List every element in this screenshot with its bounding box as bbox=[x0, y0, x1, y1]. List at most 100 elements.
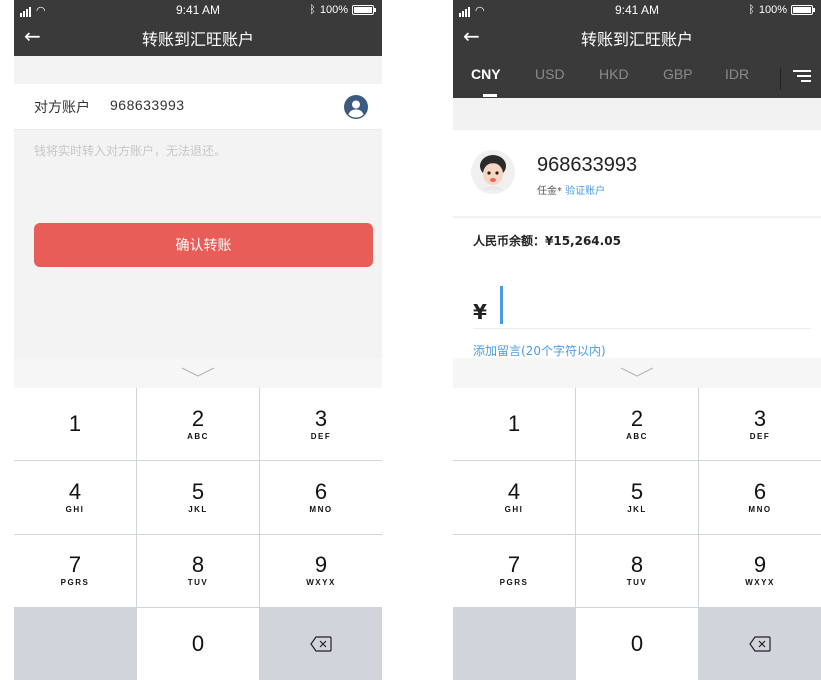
tab-hkd[interactable]: HKD bbox=[599, 66, 629, 82]
keyboard-collapse-bar[interactable] bbox=[453, 358, 821, 388]
currency-symbol: ¥ bbox=[473, 300, 487, 324]
account-label: 对方账户 bbox=[34, 100, 90, 116]
verify-account-link[interactable]: 验证账户 bbox=[565, 186, 605, 197]
key-5[interactable]: 5 JKL bbox=[137, 461, 259, 534]
keypad-grid: 1 2 ABC 3 DEF 4 GHI 5 JKL 6 MNO 7 PGRS 8 TUV 9W… bbox=[453, 388, 821, 680]
key-6[interactable]: 6 MNO bbox=[260, 461, 382, 534]
key-digit: 0 bbox=[630, 630, 644, 656]
tab-gbp[interactable]: GBP bbox=[663, 66, 693, 82]
key-8[interactable]: 8 TUV bbox=[137, 534, 259, 607]
key-digit: 4 bbox=[68, 478, 82, 504]
key-blank bbox=[453, 607, 575, 680]
key-digit: 2 bbox=[191, 405, 205, 431]
key-letters: ABC bbox=[626, 431, 648, 441]
key-4[interactable]: 4 GHI bbox=[14, 461, 136, 534]
key-digit: 6 bbox=[753, 478, 767, 504]
page-title: 转账到汇旺账户 bbox=[141, 30, 254, 49]
battery-icon bbox=[791, 5, 815, 15]
key-digit: 7 bbox=[68, 552, 82, 578]
header-bar: ◠ 9:41 AM ᛒ 100% ← 转账到汇旺账户 bbox=[14, 0, 382, 56]
key-letters: DEF bbox=[310, 431, 332, 441]
active-tab-indicator bbox=[483, 94, 497, 97]
payee-number: 968633993 bbox=[537, 154, 638, 176]
nav-bar: ← 转账到汇旺账户 bbox=[453, 20, 821, 56]
key-digit: 7 bbox=[507, 552, 521, 578]
payee-card: 968633993 任金* 验证账户 bbox=[453, 130, 821, 216]
key-digit: 3 bbox=[314, 405, 328, 431]
key-digit: 9 bbox=[753, 552, 767, 578]
user-circle-icon[interactable] bbox=[344, 95, 368, 119]
nav-bar: ← 转账到汇旺账户 bbox=[14, 20, 382, 56]
key-digit: 9 bbox=[314, 552, 328, 578]
delete-key[interactable] bbox=[260, 607, 382, 680]
key-4[interactable]: 4 GHI bbox=[453, 461, 575, 534]
key-letters: MNO bbox=[309, 504, 333, 514]
key-7[interactable]: 7 PGRS bbox=[453, 534, 575, 607]
key-letters: GHI bbox=[504, 504, 524, 514]
key-digit: 3 bbox=[753, 405, 767, 431]
key-letters: JKL bbox=[627, 504, 647, 514]
currency-tabs: CNY USD HKD GBP IDR bbox=[453, 56, 821, 98]
key-6[interactable]: 6 MNO bbox=[699, 461, 821, 534]
key-letters: TUV bbox=[187, 578, 209, 588]
tab-idr[interactable]: IDR bbox=[725, 66, 749, 82]
key-5[interactable]: 5 JKL bbox=[576, 461, 698, 534]
key-letters: MNO bbox=[748, 504, 772, 514]
key-9[interactable]: 9 WXYX bbox=[699, 534, 821, 607]
page-title: 转账到汇旺账户 bbox=[580, 30, 693, 49]
key-2[interactable]: 2 ABC bbox=[137, 388, 259, 461]
key-digit: 1 bbox=[68, 411, 82, 437]
key-digit: 0 bbox=[191, 630, 205, 656]
backspace-icon bbox=[749, 636, 771, 652]
key-letters: WXYX bbox=[745, 578, 775, 588]
key-letters: PGRS bbox=[60, 578, 90, 588]
amount-underline bbox=[473, 328, 811, 329]
battery-icon bbox=[352, 5, 376, 15]
left-phone-screen: ◠ 9:41 AM ᛒ 100% ← 转账到汇旺账户 对方账户 96863399… bbox=[14, 0, 382, 680]
payee-name: 任金* bbox=[537, 186, 562, 197]
backspace-icon bbox=[310, 636, 332, 652]
key-letters: WXYX bbox=[306, 578, 336, 588]
keyboard-collapse-bar[interactable] bbox=[14, 358, 382, 388]
menu-icon[interactable] bbox=[793, 70, 811, 84]
bluetooth-icon: ᛒ bbox=[309, 4, 316, 16]
bluetooth-icon: ᛒ bbox=[748, 4, 755, 16]
add-note-link[interactable]: 添加留言(20个字符以内) bbox=[473, 342, 606, 359]
status-bar: ◠ 9:41 AM ᛒ 100% bbox=[453, 0, 821, 20]
key-2[interactable]: 2 ABC bbox=[576, 388, 698, 461]
key-letters: PGRS bbox=[499, 578, 529, 588]
recipient-account-row[interactable]: 对方账户 968633993 bbox=[14, 84, 382, 130]
amount-card: 人民币余额：¥15,264.05 ¥ 添加留言(20个字符以内) bbox=[453, 218, 821, 360]
battery-percent: 100% bbox=[319, 4, 348, 16]
right-phone-screen: ◠ 9:41 AM ᛒ 100% ← 转账到汇旺账户 CNY USD HKD G… bbox=[453, 0, 821, 680]
status-bar: ◠ 9:41 AM ᛒ 100% bbox=[14, 0, 382, 20]
key-letters: DEF bbox=[749, 431, 771, 441]
chevron-down-icon[interactable] bbox=[180, 366, 216, 378]
key-7[interactable]: 7 PGRS bbox=[14, 534, 136, 607]
key-digit: 5 bbox=[191, 478, 205, 504]
tab-cny[interactable]: CNY bbox=[471, 66, 501, 82]
chevron-down-icon[interactable] bbox=[619, 366, 655, 378]
key-digit: 6 bbox=[314, 478, 328, 504]
screenshot-canvas: ◠ 9:41 AM ᛒ 100% ← 转账到汇旺账户 对方账户 96863399… bbox=[0, 0, 821, 680]
tab-usd[interactable]: USD bbox=[535, 66, 565, 82]
key-1[interactable]: 1 bbox=[14, 388, 136, 461]
key-3[interactable]: 3 DEF bbox=[699, 388, 821, 461]
key-blank bbox=[14, 607, 136, 680]
key-digit: 8 bbox=[191, 552, 205, 578]
key-digit: 5 bbox=[630, 478, 644, 504]
key-digit: 4 bbox=[507, 478, 521, 504]
amount-input[interactable] bbox=[500, 286, 503, 324]
key-8[interactable]: 8 TUV bbox=[576, 534, 698, 607]
key-1[interactable]: 1 bbox=[453, 388, 575, 461]
key-0[interactable]: 0 bbox=[137, 607, 259, 680]
delete-key[interactable] bbox=[699, 607, 821, 680]
confirm-transfer-button[interactable]: 确认转账 bbox=[34, 223, 373, 267]
header-bar: ◠ 9:41 AM ᛒ 100% ← 转账到汇旺账户 CNY USD HKD G… bbox=[453, 0, 821, 98]
balance-label: 人民币余额：¥15,264.05 bbox=[473, 234, 621, 248]
transfer-hint: 钱将实时转入对方账户，无法退还。 bbox=[34, 144, 227, 158]
tab-divider bbox=[780, 68, 781, 90]
key-0[interactable]: 0 bbox=[576, 607, 698, 680]
key-9[interactable]: 9 WXYX bbox=[260, 534, 382, 607]
key-3[interactable]: 3 DEF bbox=[260, 388, 382, 461]
